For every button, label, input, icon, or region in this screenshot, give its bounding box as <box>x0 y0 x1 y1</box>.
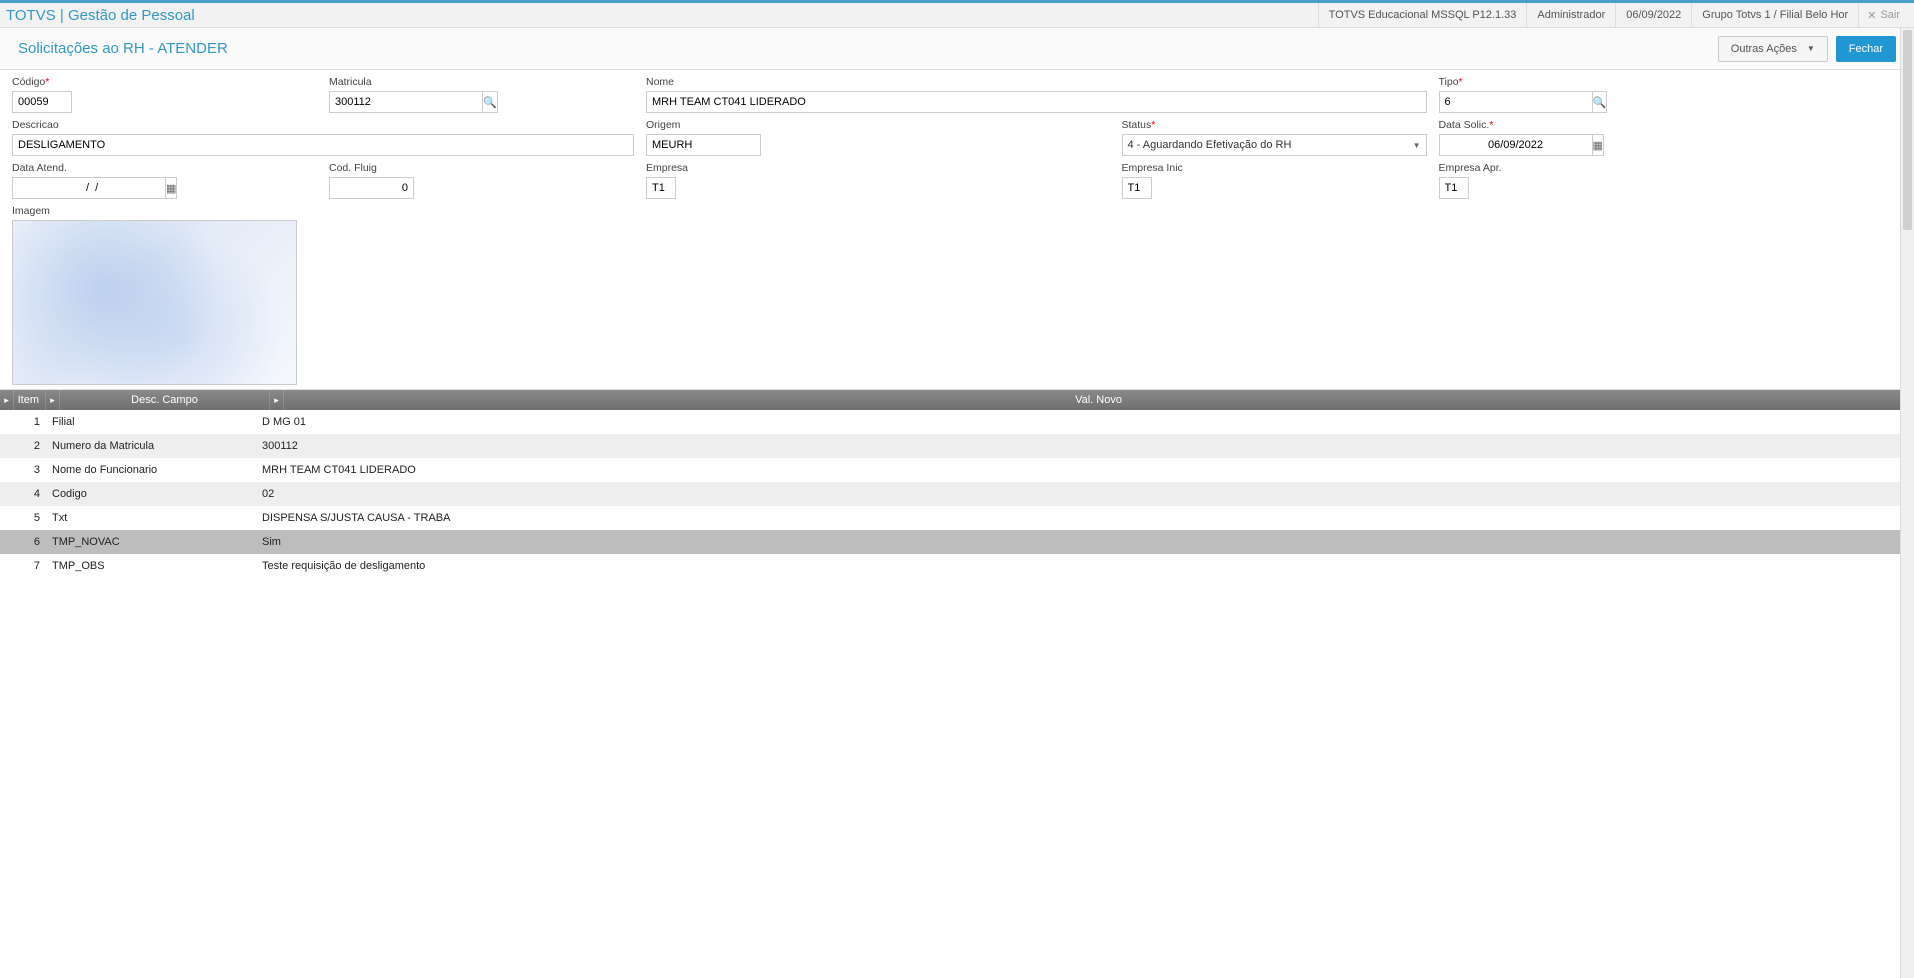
cod-fluig-input[interactable] <box>329 177 414 199</box>
grid-header-arrow-campo[interactable]: ▸ <box>270 390 284 410</box>
sub-header: Solicitações ao RH - ATENDER Outras Açõe… <box>0 28 1914 70</box>
date-label: 06/09/2022 <box>1615 3 1691 27</box>
tipo-lookup-button[interactable]: 🔍 <box>1593 91 1608 113</box>
chevron-down-icon: ▼ <box>1807 44 1815 53</box>
grid-header-arrow-item[interactable]: ▸ <box>46 390 60 410</box>
calendar-icon: ▦ <box>1593 139 1603 152</box>
page-vertical-scrollbar[interactable] <box>1900 28 1914 978</box>
cod-fluig-label: Cod. Fluig <box>329 162 476 174</box>
branch-label: Grupo Totvs 1 / Filial Belo Hor <box>1691 3 1858 27</box>
grid-header-arrow-left[interactable]: ▸ <box>0 390 14 410</box>
cell-item: 1 <box>0 416 46 428</box>
cell-campo: Filial <box>46 416 256 428</box>
data-atend-input[interactable] <box>12 177 166 199</box>
grid-header-novo[interactable]: Val. Novo <box>284 390 1914 410</box>
cell-campo: Nome do Funcionario <box>46 464 256 476</box>
env-label: TOTVS Educacional MSSQL P12.1.33 <box>1318 3 1527 27</box>
origem-input[interactable] <box>646 134 761 156</box>
data-atend-label: Data Atend. <box>12 162 159 174</box>
cell-novo: DISPENSA S/JUSTA CAUSA - TRABA <box>256 512 1914 524</box>
cell-campo: Txt <box>46 512 256 524</box>
empresa-apr-input[interactable] <box>1439 177 1469 199</box>
cell-item: 2 <box>0 440 46 452</box>
cell-novo: 02 <box>256 488 1914 500</box>
data-solic-calendar-button[interactable]: ▦ <box>1593 134 1604 156</box>
exit-button[interactable]: ✕ Sair <box>1858 3 1908 27</box>
table-row[interactable]: 6TMP_NOVACSim <box>0 530 1914 554</box>
page-title: Solicitações ao RH - ATENDER <box>18 40 228 57</box>
data-solic-label: Data Solic.* <box>1439 119 1586 131</box>
empresa-apr-label: Empresa Apr. <box>1439 162 1586 174</box>
codigo-input[interactable] <box>12 91 72 113</box>
top-bar: TOTVS | Gestão de Pessoal TOTVS Educacio… <box>0 0 1914 28</box>
grid-header: ▸ Item ▸ Desc. Campo ▸ Val. Novo <box>0 390 1914 410</box>
cell-novo: MRH TEAM CT041 LIDERADO <box>256 464 1914 476</box>
cell-campo: TMP_NOVAC <box>46 536 256 548</box>
grid-header-campo[interactable]: Desc. Campo <box>60 390 270 410</box>
table-row[interactable]: 7TMP_OBSTeste requisição de desligamento <box>0 554 1914 578</box>
codigo-label: Código* <box>12 76 159 88</box>
nome-label: Nome <box>646 76 1427 88</box>
nome-input[interactable] <box>646 91 1427 113</box>
cell-item: 3 <box>0 464 46 476</box>
empresa-label: Empresa <box>646 162 793 174</box>
imagem-preview <box>12 220 297 385</box>
detail-grid: ▸ Item ▸ Desc. Campo ▸ Val. Novo 1Filial… <box>0 390 1914 740</box>
status-value: 4 - Aguardando Efetivação do RH <box>1128 139 1292 151</box>
app-title: TOTVS | Gestão de Pessoal <box>6 7 195 24</box>
close-button-label: Fechar <box>1849 43 1883 55</box>
table-row[interactable]: 4Codigo02 <box>0 482 1914 506</box>
tipo-input[interactable] <box>1439 91 1593 113</box>
chevron-down-icon: ▼ <box>1413 141 1421 150</box>
exit-label: Sair <box>1880 9 1900 21</box>
tipo-label: Tipo* <box>1439 76 1586 88</box>
cell-item: 4 <box>0 488 46 500</box>
cell-item: 5 <box>0 512 46 524</box>
status-select[interactable]: 4 - Aguardando Efetivação do RH ▼ <box>1122 134 1427 156</box>
empresa-inic-input[interactable] <box>1122 177 1152 199</box>
imagem-label: Imagem <box>12 205 317 217</box>
matricula-label: Matricula <box>329 76 634 88</box>
search-icon: 🔍 <box>483 96 497 109</box>
grid-body: 1FilialD MG 012Numero da Matricula300112… <box>0 410 1914 578</box>
user-label: Administrador <box>1526 3 1615 27</box>
cell-novo: D MG 01 <box>256 416 1914 428</box>
form-area: Código* Matricula 🔍 Nome Tipo* 🔍 Descric… <box>0 70 1914 390</box>
table-row[interactable]: 5TxtDISPENSA S/JUSTA CAUSA - TRABA <box>0 506 1914 530</box>
grid-header-item[interactable]: Item <box>14 390 46 410</box>
empresa-inic-label: Empresa Inic <box>1122 162 1269 174</box>
cell-item: 7 <box>0 560 46 572</box>
cell-campo: TMP_OBS <box>46 560 256 572</box>
other-actions-label: Outras Ações <box>1731 43 1797 55</box>
cell-novo: Teste requisição de desligamento <box>256 560 1914 572</box>
empresa-input[interactable] <box>646 177 676 199</box>
descricao-label: Descricao <box>12 119 634 131</box>
close-button[interactable]: Fechar <box>1836 36 1896 62</box>
status-label: Status* <box>1122 119 1427 131</box>
matricula-input[interactable] <box>329 91 483 113</box>
cell-novo: 300112 <box>256 440 1914 452</box>
data-atend-calendar-button[interactable]: ▦ <box>166 177 177 199</box>
origem-label: Origem <box>646 119 793 131</box>
descricao-input[interactable] <box>12 134 634 156</box>
other-actions-button[interactable]: Outras Ações ▼ <box>1718 36 1828 62</box>
data-solic-input[interactable] <box>1439 134 1593 156</box>
matricula-lookup-button[interactable]: 🔍 <box>483 91 498 113</box>
table-row[interactable]: 3Nome do FuncionarioMRH TEAM CT041 LIDER… <box>0 458 1914 482</box>
close-icon: ✕ <box>1867 9 1876 22</box>
search-icon: 🔍 <box>1593 96 1607 109</box>
cell-item: 6 <box>0 536 46 548</box>
calendar-icon: ▦ <box>166 182 176 195</box>
cell-campo: Codigo <box>46 488 256 500</box>
table-row[interactable]: 2Numero da Matricula300112 <box>0 434 1914 458</box>
cell-campo: Numero da Matricula <box>46 440 256 452</box>
cell-novo: Sim <box>256 536 1914 548</box>
table-row[interactable]: 1FilialD MG 01 <box>0 410 1914 434</box>
